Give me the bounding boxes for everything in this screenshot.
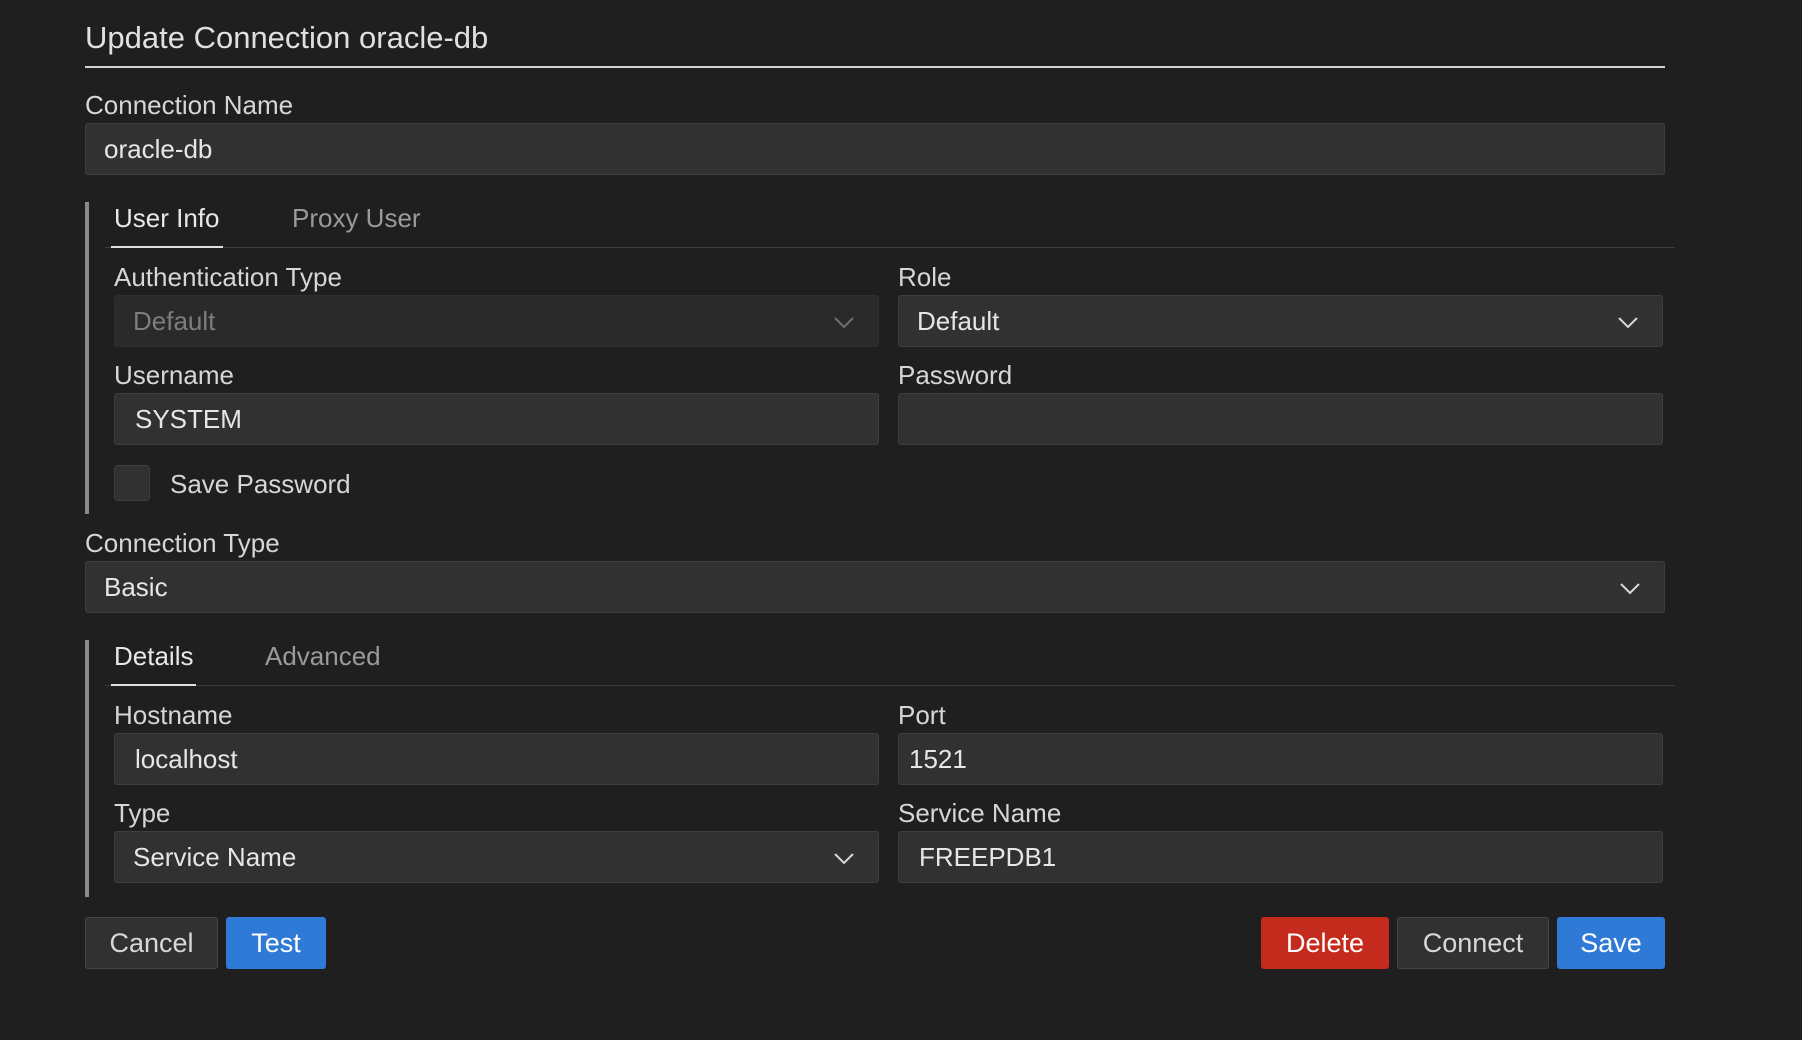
delete-button[interactable]: Delete — [1261, 917, 1389, 969]
chevron-down-icon — [1616, 310, 1640, 334]
cancel-button[interactable]: Cancel — [85, 917, 218, 969]
tab-user-info[interactable]: User Info — [111, 202, 223, 248]
authentication-type-value: Default — [133, 306, 216, 336]
authentication-type-select[interactable]: Default — [114, 295, 879, 347]
chevron-down-icon — [1618, 576, 1642, 600]
role-select[interactable]: Default — [898, 295, 1663, 347]
connection-name-label: Connection Name — [85, 90, 294, 120]
hostname-input[interactable]: localhost — [114, 733, 879, 785]
test-button[interactable]: Test — [226, 917, 326, 969]
tab-proxy-user[interactable]: Proxy User — [289, 202, 424, 234]
chevron-down-icon — [832, 310, 856, 334]
username-input[interactable]: SYSTEM — [114, 393, 879, 445]
user-tabs-divider — [105, 247, 1675, 248]
port-label: Port — [898, 700, 946, 730]
service-name-input[interactable]: FREEPDB1 — [898, 831, 1663, 883]
connection-type-value: Basic — [104, 572, 168, 602]
chevron-down-icon — [832, 846, 856, 870]
type-value: Service Name — [133, 842, 297, 872]
type-label: Type — [114, 798, 171, 828]
save-password-checkbox[interactable] — [114, 465, 150, 501]
save-button[interactable]: Save — [1557, 917, 1665, 969]
connection-name-input[interactable]: oracle-db — [85, 123, 1665, 175]
connect-button[interactable]: Connect — [1397, 917, 1549, 969]
port-input[interactable]: 1521 — [898, 733, 1663, 785]
dialog-title: Update Connection oracle-db — [85, 16, 1665, 68]
details-tabs-divider — [105, 685, 1675, 686]
connection-type-label: Connection Type — [85, 528, 280, 558]
save-password-label: Save Password — [170, 469, 351, 499]
user-group-indicator — [85, 202, 89, 514]
password-label: Password — [898, 360, 1013, 390]
hostname-label: Hostname — [114, 700, 233, 730]
role-label: Role — [898, 262, 952, 292]
tab-details[interactable]: Details — [111, 640, 197, 686]
type-select[interactable]: Service Name — [114, 831, 879, 883]
update-connection-dialog: Update Connection oracle-db Connection N… — [0, 0, 1802, 1040]
authentication-type-label: Authentication Type — [114, 262, 342, 292]
connection-type-select[interactable]: Basic — [85, 561, 1665, 613]
service-name-label: Service Name — [898, 798, 1062, 828]
username-label: Username — [114, 360, 234, 390]
password-input[interactable] — [898, 393, 1663, 445]
role-value: Default — [917, 306, 1000, 336]
details-group-indicator — [85, 640, 89, 897]
tab-advanced[interactable]: Advanced — [262, 640, 384, 672]
